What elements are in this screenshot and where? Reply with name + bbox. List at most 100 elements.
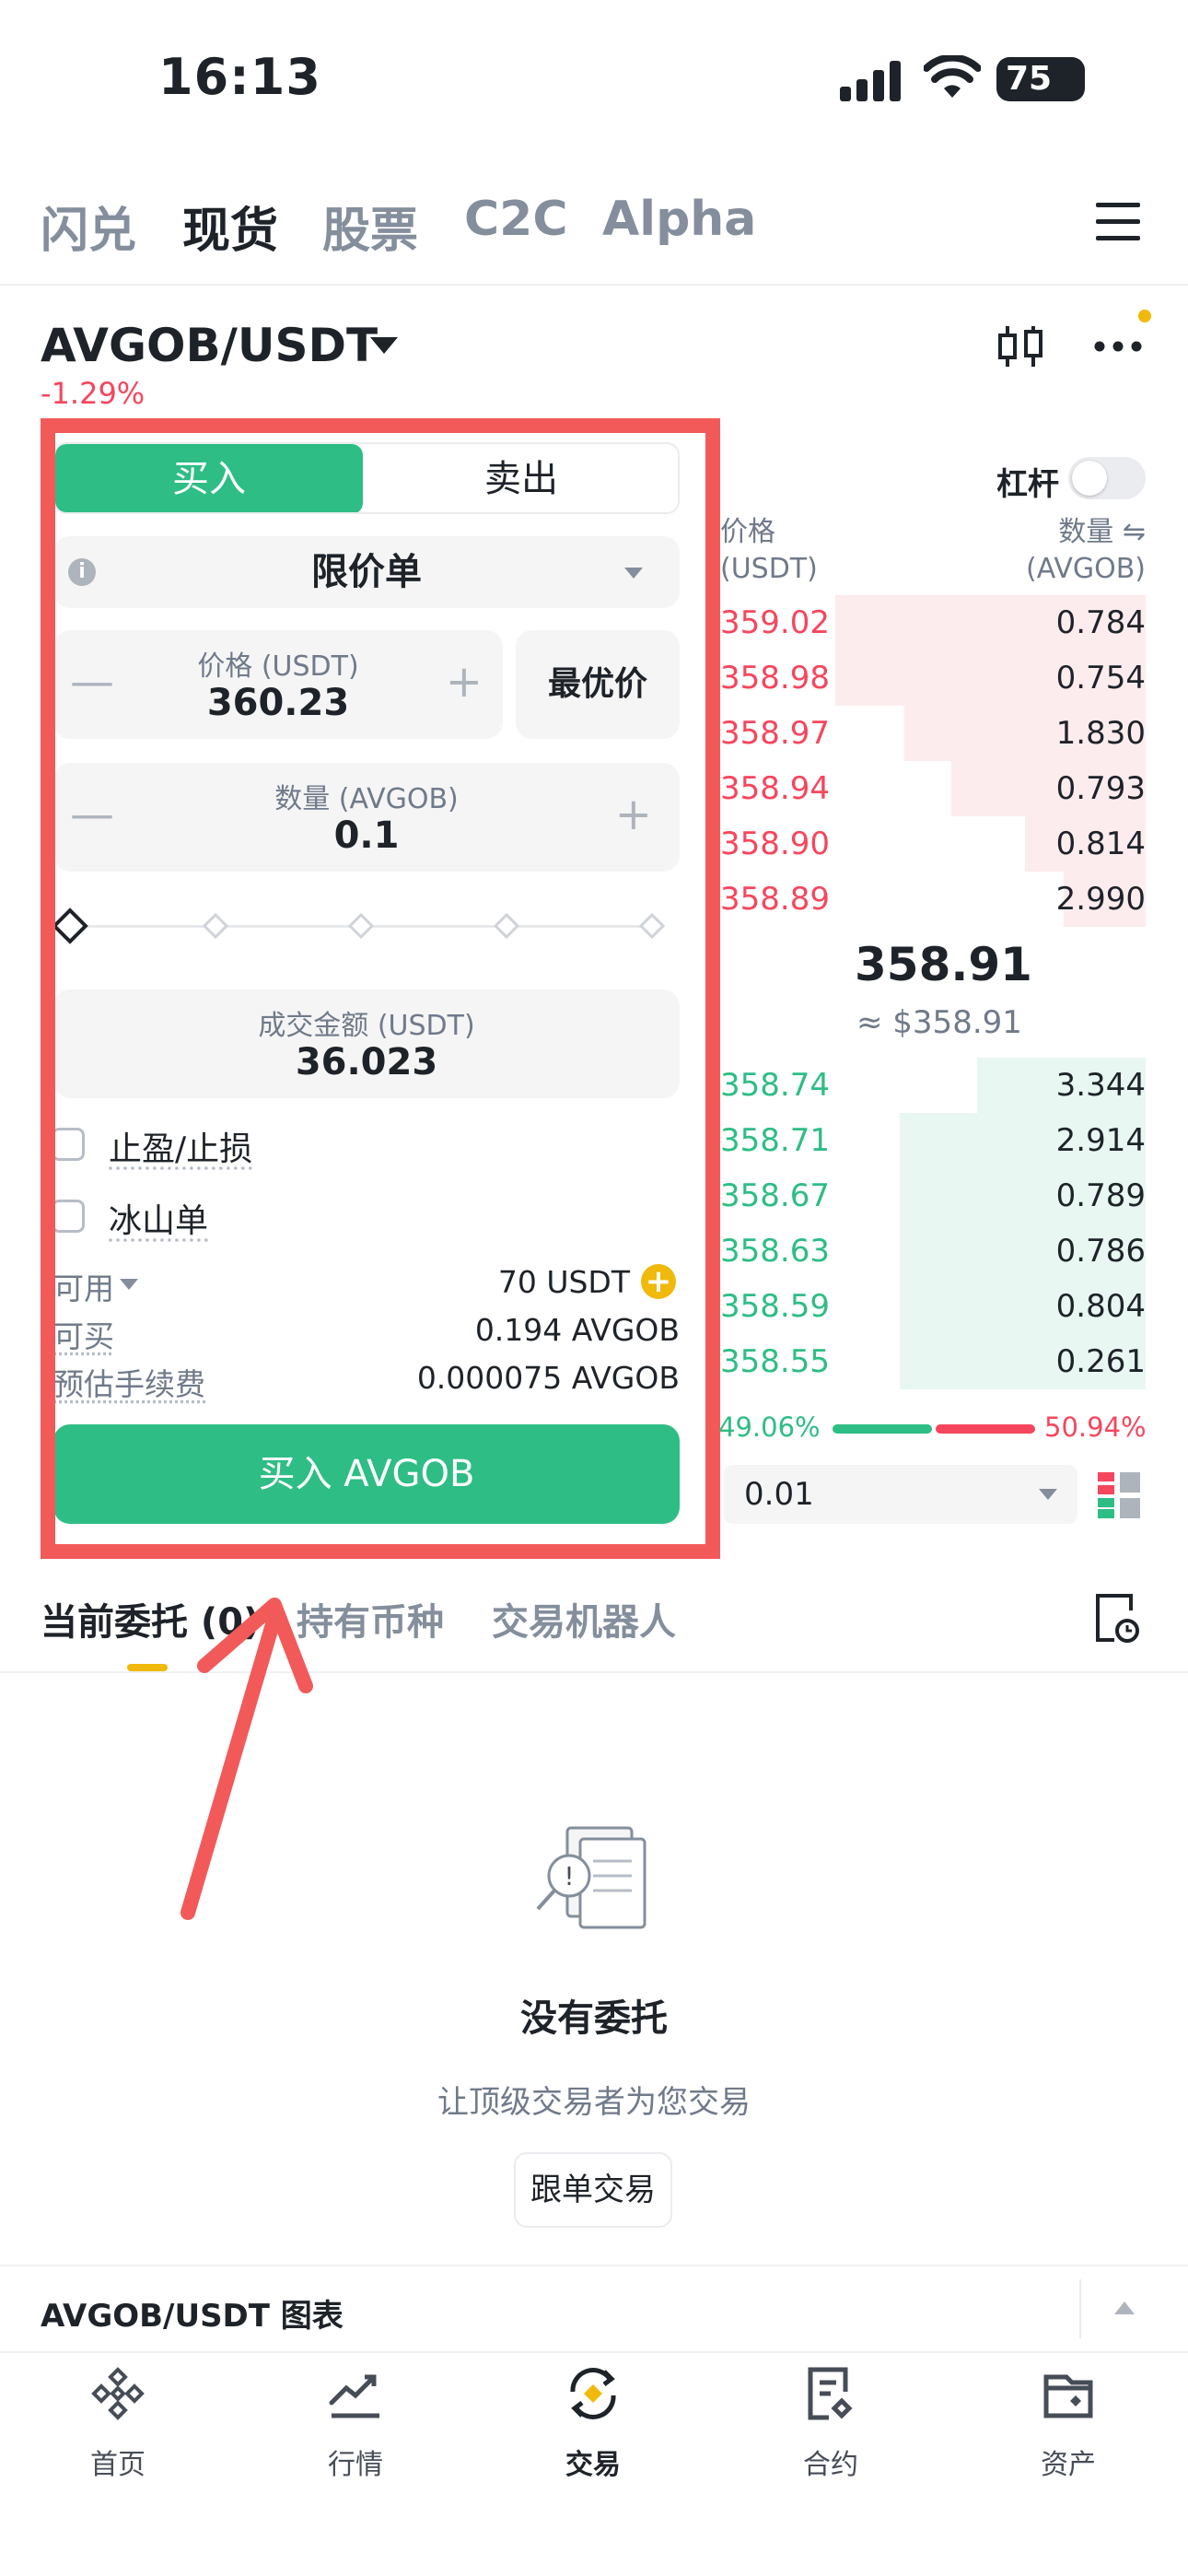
bid-row[interactable]: 358.71 2.914 (715, 1113, 1146, 1168)
orderbook-layout-icon[interactable] (1098, 1472, 1140, 1518)
empty-subtitle: 让顶级交易者为您交易 (437, 2084, 751, 2121)
wifi-icon (924, 55, 981, 98)
price-change: -1.29% (41, 376, 146, 411)
tab-trading-bots[interactable]: 交易机器人 (492, 1592, 676, 1645)
bid-price[interactable]: 358.59 (720, 1288, 830, 1325)
nav-label: 交易 (565, 2449, 621, 2481)
nav-futures[interactable]: 合约 (757, 2364, 904, 2482)
ob-qty-unit: (AVGOB) (1026, 553, 1146, 585)
annotation-highlight-box (41, 418, 720, 1559)
caret-down-icon (1039, 1489, 1057, 1500)
nav-label: 合约 (803, 2449, 858, 2481)
ob-price-header: 价格 (USDT) (720, 514, 818, 588)
sell-ratio-bar (936, 1424, 1035, 1434)
ask-price[interactable]: 358.98 (720, 660, 830, 697)
ask-price[interactable]: 359.02 (720, 604, 830, 641)
bid-row[interactable]: 358.59 0.804 (715, 1279, 1146, 1334)
divider (1079, 2279, 1081, 2338)
precision-value: 0.01 (744, 1476, 814, 1513)
ask-quantity: 2.990 (1055, 881, 1146, 918)
ask-price[interactable]: 358.89 (720, 881, 830, 918)
nav-label: 行情 (328, 2449, 383, 2481)
last-price[interactable]: 358.91 (855, 938, 1032, 991)
divider (0, 284, 1188, 286)
no-orders-illustration-icon: ! (536, 1826, 646, 1929)
leverage-toggle[interactable] (1068, 457, 1146, 499)
copy-trading-button[interactable]: 跟单交易 (514, 2152, 672, 2228)
ask-price[interactable]: 358.97 (720, 715, 830, 752)
menu-icon[interactable] (1096, 203, 1140, 241)
bid-row[interactable]: 358.67 0.789 (715, 1168, 1146, 1224)
sell-ratio: 50.94% (1044, 1411, 1147, 1443)
precision-select[interactable]: 0.01 (724, 1465, 1077, 1524)
bid-price[interactable]: 358.63 (720, 1233, 830, 1270)
more-options-icon[interactable] (1094, 341, 1142, 352)
ask-quantity: 0.754 (1055, 660, 1146, 697)
nav-label: 首页 (90, 2449, 146, 2481)
tab-stocks[interactable]: 股票 (322, 192, 418, 261)
ask-row[interactable]: 358.97 1.830 (715, 706, 1146, 761)
ask-price[interactable]: 358.90 (720, 825, 830, 862)
last-price-usd: ≈ $358.91 (856, 1004, 1022, 1041)
chart-drawer[interactable]: AVGOB/USDT 图表 (0, 2265, 1188, 2353)
nav-assets[interactable]: 资产 (995, 2364, 1142, 2482)
bid-row[interactable]: 358.74 3.344 (715, 1058, 1146, 1113)
bid-row[interactable]: 358.55 0.261 (715, 1334, 1146, 1389)
ob-qty-title[interactable]: 数量 ⇋ (1026, 514, 1146, 551)
nav-trade[interactable]: 交易 (519, 2364, 667, 2482)
markets-chart-icon (329, 2374, 379, 2418)
caret-down-icon[interactable] (370, 337, 398, 354)
bid-quantity: 0.789 (1055, 1177, 1146, 1214)
tab-flash-swap[interactable]: 闪兑 (41, 192, 136, 261)
ob-qty-header[interactable]: 数量 ⇋ (AVGOB) (1026, 514, 1146, 588)
pair-selector[interactable]: AVGOB/USDT (41, 319, 378, 372)
wallet-icon (1043, 2374, 1093, 2418)
bid-quantity: 0.261 (1055, 1343, 1146, 1380)
ask-quantity: 0.784 (1055, 604, 1146, 641)
bid-price[interactable]: 358.67 (720, 1177, 830, 1214)
caret-up-icon[interactable] (1114, 2301, 1135, 2314)
ask-row[interactable]: 358.89 2.990 (715, 872, 1146, 927)
notification-dot (1138, 310, 1151, 322)
svg-text:!: ! (564, 1861, 574, 1891)
cellular-signal-icon (840, 61, 901, 101)
bid-quantity: 3.344 (1055, 1067, 1146, 1104)
ask-row[interactable]: 358.98 0.754 (715, 650, 1146, 706)
order-history-icon[interactable] (1094, 1592, 1140, 1644)
tab-alpha[interactable]: Alpha (602, 192, 756, 247)
tab-c2c[interactable]: C2C (464, 192, 568, 247)
bid-row[interactable]: 358.63 0.786 (715, 1224, 1146, 1279)
bid-price[interactable]: 358.74 (720, 1067, 830, 1104)
annotation-arrow-icon (181, 1598, 313, 1920)
nav-label: 资产 (1041, 2449, 1096, 2481)
ask-quantity: 0.814 (1055, 825, 1146, 862)
nav-home[interactable]: 首页 (44, 2364, 192, 2482)
bid-quantity: 0.786 (1055, 1233, 1146, 1270)
status-time: 16:13 (158, 48, 321, 106)
nav-markets[interactable]: 行情 (282, 2364, 429, 2482)
ask-price[interactable]: 358.94 (720, 770, 830, 807)
ob-price-title: 价格 (720, 516, 775, 548)
ask-row[interactable]: 359.02 0.784 (715, 595, 1146, 650)
buy-ratio: 49.06% (718, 1411, 821, 1443)
empty-title: 没有委托 (520, 1997, 668, 2040)
ask-row[interactable]: 358.94 0.793 (715, 761, 1146, 816)
chart-drawer-label[interactable]: AVGOB/USDT 图表 (41, 2290, 344, 2336)
trade-swap-icon (570, 2368, 616, 2419)
candlestick-chart-icon[interactable] (996, 322, 1044, 370)
bid-price[interactable]: 358.55 (720, 1343, 830, 1380)
bid-quantity: 2.914 (1055, 1122, 1146, 1159)
ask-quantity: 0.793 (1055, 770, 1146, 807)
buy-ratio-bar (833, 1424, 932, 1434)
home-diamond-icon (91, 2367, 145, 2420)
active-tab-indicator (127, 1664, 168, 1671)
battery-nub (1072, 68, 1081, 90)
bid-quantity: 0.804 (1055, 1288, 1146, 1325)
bid-price[interactable]: 358.71 (720, 1122, 830, 1159)
ask-quantity: 1.830 (1055, 715, 1146, 752)
ob-price-unit: (USDT) (720, 553, 818, 585)
ask-row[interactable]: 358.90 0.814 (715, 816, 1146, 872)
leverage-label: 杠杆 (996, 466, 1059, 503)
tab-spot[interactable]: 现货 (182, 192, 278, 261)
battery-level: 75 (1006, 60, 1053, 98)
